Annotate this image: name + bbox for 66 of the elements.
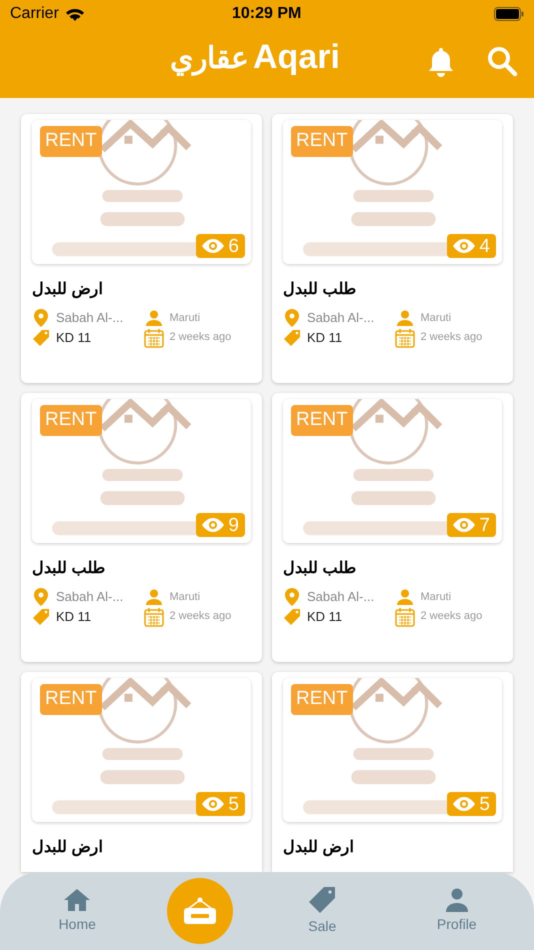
eye-icon <box>453 797 476 811</box>
view-count: 4 <box>479 236 490 256</box>
eye-icon <box>453 518 476 532</box>
user-name: Maruti <box>170 310 202 326</box>
price-text: KD 11 <box>307 328 344 347</box>
user-icon <box>396 588 412 605</box>
user-icon <box>396 310 412 326</box>
location-pin-icon <box>34 308 48 327</box>
rent-badge: RENT <box>291 405 353 436</box>
calendar-icon <box>394 328 414 348</box>
posted-time: 2 weeks ago <box>420 609 484 624</box>
carrier-name: Carrier <box>10 4 59 24</box>
location-text: Sabah Al-... <box>56 309 124 327</box>
listing-title: طلب للبدل <box>32 559 106 579</box>
search-icon[interactable] <box>487 46 518 77</box>
location-text: Sabah Al-... <box>307 588 376 606</box>
eye-icon <box>202 797 224 811</box>
rent-badge: RENT <box>291 126 353 156</box>
profile-icon <box>444 888 469 912</box>
wifi-icon <box>64 6 85 22</box>
location-pin-icon <box>34 588 48 606</box>
location-text: Sabah Al-... <box>307 309 376 327</box>
view-count: 5 <box>228 794 239 814</box>
listing-title: ارض للبدل <box>283 838 354 858</box>
price-tag-icon <box>32 328 50 346</box>
price-text: KD 11 <box>56 328 92 347</box>
rent-badge: RENT <box>291 684 353 714</box>
notification-bell-icon[interactable] <box>428 46 454 78</box>
rent-badge: RENT <box>40 684 102 714</box>
rent-badge: RENT <box>40 126 102 156</box>
price-tag-icon <box>283 608 301 626</box>
user-icon <box>146 588 162 605</box>
location-pin-icon <box>285 588 299 606</box>
user-icon <box>146 310 162 326</box>
rent-sign-icon <box>182 897 217 925</box>
listing-title: ارض للبدل <box>32 838 102 858</box>
calendar-icon <box>394 606 414 626</box>
view-count: 7 <box>479 516 490 534</box>
battery-icon <box>494 7 524 21</box>
user-name: Maruti <box>170 590 202 604</box>
location-text: Sabah Al-... <box>56 588 124 606</box>
eye-icon <box>202 239 224 253</box>
posted-time: 2 weeks ago <box>420 330 484 346</box>
status-time: 10:29 PM <box>232 4 302 24</box>
location-pin-icon <box>285 308 299 327</box>
eye-icon <box>202 518 224 532</box>
home-icon <box>63 888 92 912</box>
eye-icon <box>453 239 476 253</box>
posted-time: 2 weeks ago <box>170 330 232 346</box>
posted-time: 2 weeks ago <box>170 609 232 624</box>
view-count: 5 <box>479 794 490 814</box>
rent-badge: RENT <box>40 405 102 436</box>
price-text: KD 11 <box>56 608 92 626</box>
price-tag-icon <box>283 328 301 346</box>
user-name: Maruti <box>420 310 452 326</box>
price-tag-icon <box>32 608 50 626</box>
listing-title: طلب للبدل <box>283 280 356 300</box>
view-count: 6 <box>228 236 239 256</box>
calendar-icon <box>144 328 164 348</box>
view-count: 9 <box>228 516 239 534</box>
sale-tag-icon <box>308 886 336 914</box>
user-name: Maruti <box>420 590 452 604</box>
calendar-icon <box>144 606 164 626</box>
price-text: KD 11 <box>307 608 344 626</box>
listing-title: ارض للبدل <box>32 280 102 300</box>
listing-title: طلب للبدل <box>283 559 356 579</box>
